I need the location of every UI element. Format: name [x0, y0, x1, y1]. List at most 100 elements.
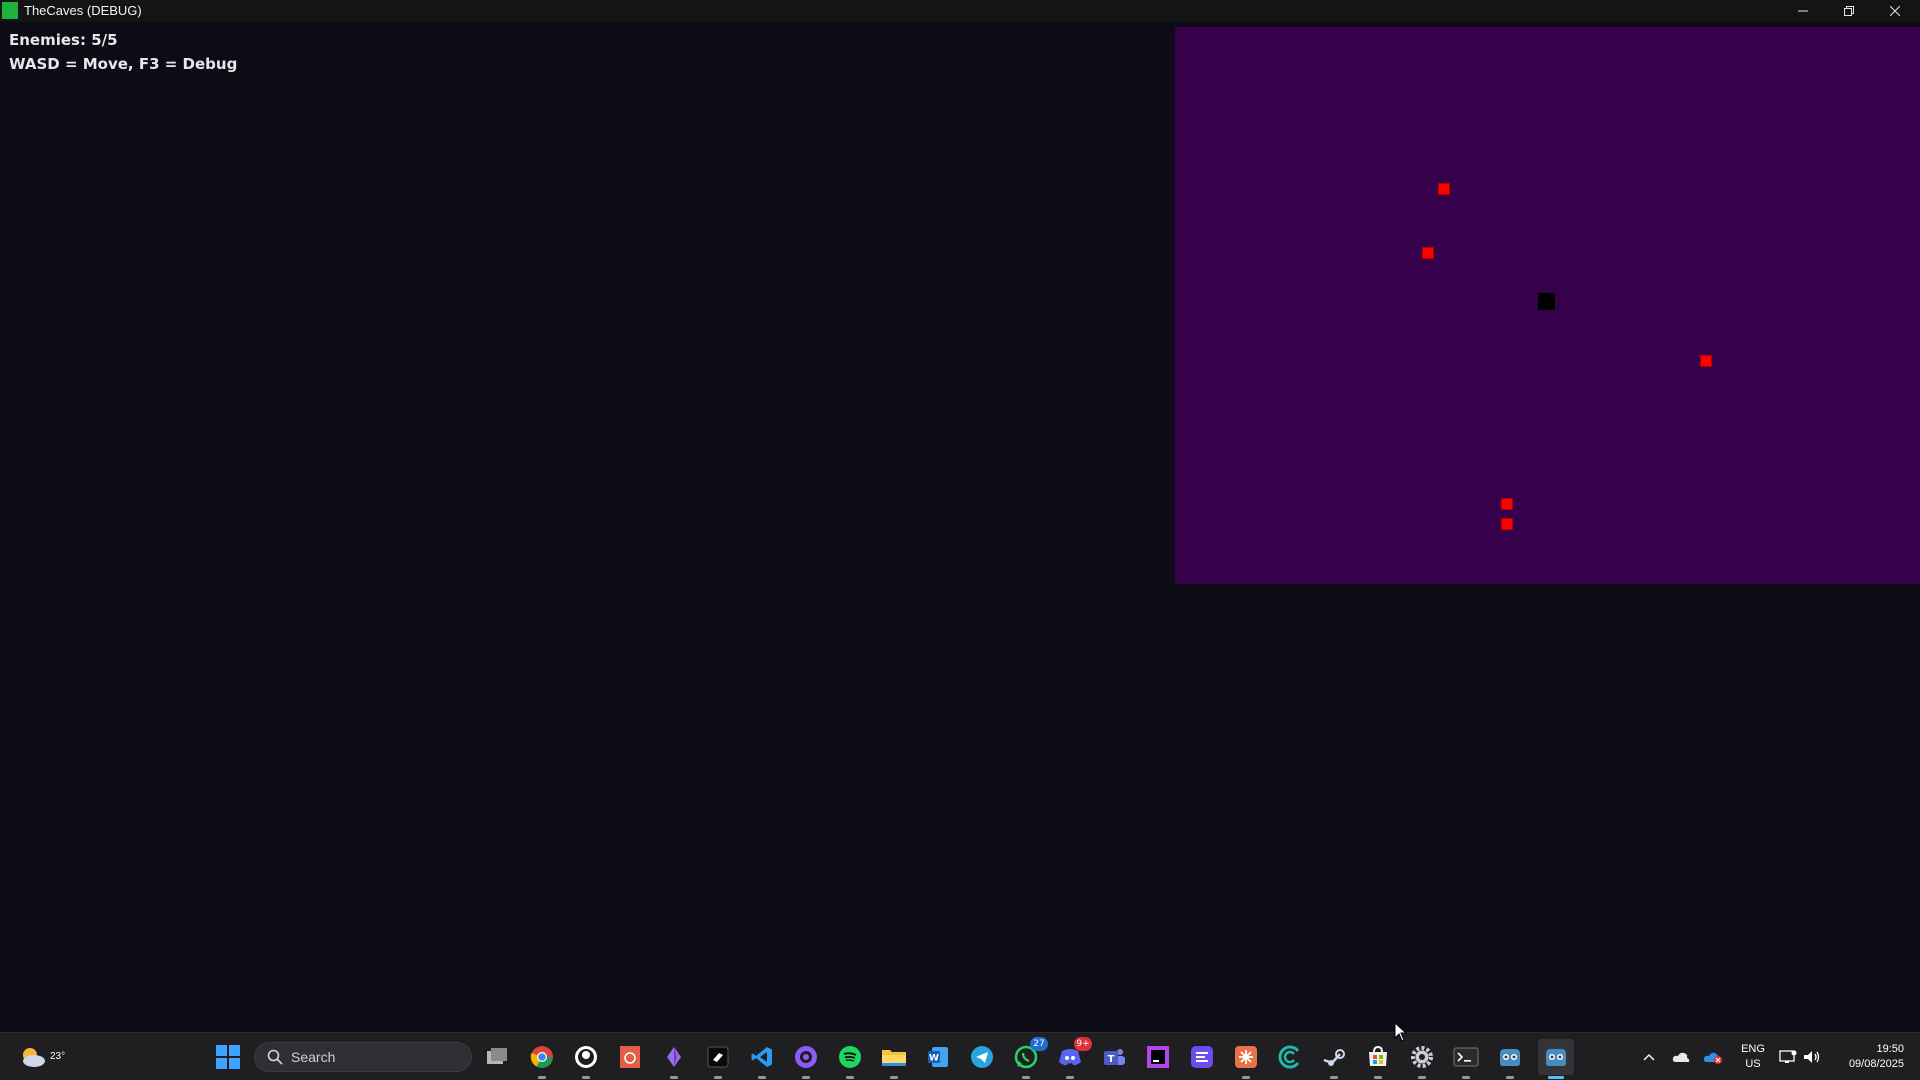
taskbar-app-microsoft-store[interactable]: [1362, 1041, 1394, 1079]
running-indicator: [1462, 1076, 1470, 1079]
microsoft-store-icon: [1369, 1045, 1387, 1066]
telegram-icon: [971, 1046, 993, 1068]
windows-logo-tile: [229, 1045, 240, 1056]
enemy-marker: [1423, 248, 1433, 258]
input-language-indicator[interactable]: ENG US: [1738, 1042, 1768, 1072]
window-title: TheCaves (DEBUG): [24, 3, 142, 18]
taskbar-app-visual-studio[interactable]: [658, 1041, 690, 1079]
taskbar-app-godot-game[interactable]: [1538, 1039, 1574, 1079]
weather-icon: [23, 1048, 45, 1067]
enemy-marker: [1439, 184, 1449, 194]
running-indicator: [714, 1076, 722, 1079]
show-hidden-icons-button[interactable]: [1639, 1047, 1659, 1067]
taskbar-app-chrome[interactable]: [526, 1041, 558, 1079]
running-indicator: [1066, 1076, 1074, 1079]
taskbar-app-file-explorer[interactable]: [878, 1041, 910, 1079]
search-label: Search: [291, 1049, 336, 1065]
file-explorer-icon: [882, 1050, 906, 1066]
running-indicator: [538, 1076, 546, 1079]
weather-temperature: 23°: [50, 1051, 66, 1062]
taskbar-app-browser[interactable]: [1274, 1041, 1306, 1073]
taskbar-app-github[interactable]: [790, 1041, 822, 1079]
volume-icon: [1804, 1051, 1820, 1063]
teams-icon: T: [1104, 1049, 1125, 1065]
running-indicator: [582, 1076, 590, 1079]
running-indicator: [758, 1076, 766, 1079]
running-indicator: [1506, 1076, 1514, 1079]
cloud-icon: [1672, 1052, 1690, 1062]
chrome-icon: [530, 1046, 553, 1068]
tray-onedrive[interactable]: [1671, 1047, 1691, 1067]
game-viewport[interactable]: Enemies: 5/5 WASD = Move, F3 = Debug: [0, 22, 1920, 1032]
taskbar-app-teams[interactable]: T: [1098, 1041, 1130, 1073]
weather-widget[interactable]: 23°: [18, 1043, 65, 1071]
taskbar-app-notes[interactable]: [1186, 1041, 1218, 1073]
running-indicator: [1330, 1076, 1338, 1079]
settings-icon: [1411, 1046, 1433, 1068]
controls-hint: WASD = Move, F3 = Debug: [9, 55, 238, 73]
tray-sync-error[interactable]: [1703, 1047, 1723, 1067]
browser-icon: [1278, 1045, 1300, 1069]
start-button[interactable]: [216, 1045, 240, 1069]
running-indicator: [890, 1076, 898, 1079]
taskbar-app-spotify[interactable]: [834, 1041, 866, 1079]
language-code: ENG: [1741, 1043, 1765, 1055]
running-indicator: [670, 1076, 678, 1079]
clock-time: 19:50: [1876, 1043, 1904, 1055]
minimize-icon: [1798, 10, 1808, 12]
tray-volume[interactable]: [1802, 1047, 1822, 1067]
tray-network[interactable]: [1778, 1047, 1798, 1067]
cloud-error-icon: [1703, 1052, 1722, 1064]
close-icon: [1890, 6, 1900, 16]
terminal-icon: [1453, 1047, 1479, 1067]
debug-minimap: [1175, 27, 1920, 584]
close-button[interactable]: [1872, 0, 1918, 22]
taskbar-search[interactable]: Search: [254, 1042, 472, 1072]
chevron-up-icon: [1643, 1054, 1655, 1061]
running-indicator: [1022, 1076, 1030, 1079]
app-icon: [2, 2, 18, 19]
mouse-cursor-icon: [1394, 1022, 1408, 1042]
taskbar-app-vscode[interactable]: [746, 1041, 778, 1079]
taskbar-app-terminal[interactable]: [1450, 1041, 1482, 1079]
taskbar-app-telegram[interactable]: [966, 1041, 998, 1073]
godot-game-icon: [1546, 1049, 1566, 1066]
minimize-button[interactable]: [1780, 0, 1826, 22]
taskbar-app-godot[interactable]: [1494, 1041, 1526, 1079]
taskbar-app-github-desktop[interactable]: [570, 1041, 602, 1079]
taskbar-app-claude[interactable]: [1230, 1041, 1262, 1079]
taskbar-app-discord[interactable]: 9+: [1054, 1037, 1092, 1079]
restore-icon: [1844, 6, 1854, 16]
steam-icon: [1323, 1049, 1345, 1066]
task-view-button[interactable]: [481, 1041, 513, 1073]
running-indicator: [1242, 1076, 1250, 1079]
svg-text:T: T: [1108, 1054, 1115, 1065]
godot-icon: [1500, 1049, 1520, 1066]
taskbar-app-whatsapp[interactable]: 27: [1010, 1037, 1048, 1079]
window-title-bar[interactable]: TheCaves (DEBUG): [0, 0, 1920, 22]
terminal-app-icon: [707, 1046, 729, 1068]
pdf-reader-icon: [620, 1046, 640, 1068]
github-desktop-icon: [575, 1046, 597, 1068]
desktop-screen: TheCaves (DEBUG) Enemies: 5/5 WASD = Mov…: [0, 0, 1920, 1080]
taskbar-app-settings[interactable]: [1406, 1041, 1438, 1079]
active-indicator: [1548, 1076, 1564, 1079]
taskbar-app-terminal-app[interactable]: [702, 1041, 734, 1079]
taskbar-clock[interactable]: 19:50 09/08/2025: [1832, 1042, 1904, 1072]
windows-logo-tile: [216, 1058, 227, 1069]
notification-badge: 9+: [1074, 1037, 1092, 1051]
taskbar-app-pdf-reader[interactable]: [614, 1041, 646, 1073]
notes-app-icon: [1191, 1046, 1213, 1068]
enemy-marker: [1502, 499, 1512, 509]
github-icon: [795, 1046, 817, 1068]
claude-icon: [1235, 1046, 1257, 1068]
running-indicator: [846, 1076, 854, 1079]
svg-text:W: W: [929, 1054, 939, 1064]
taskbar-app-steam[interactable]: [1318, 1041, 1350, 1079]
running-indicator: [802, 1076, 810, 1079]
restore-button[interactable]: [1826, 0, 1872, 22]
player-marker: [1538, 293, 1555, 310]
enemy-marker: [1502, 519, 1512, 529]
taskbar-app-word[interactable]: W: [922, 1041, 954, 1073]
taskbar-app-phpstorm[interactable]: [1142, 1041, 1174, 1073]
